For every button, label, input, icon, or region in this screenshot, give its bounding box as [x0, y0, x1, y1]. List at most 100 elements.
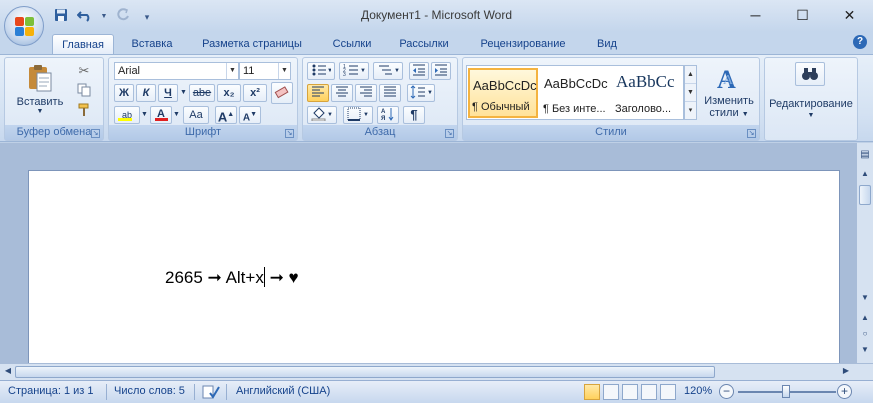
outline-view-icon[interactable]	[641, 384, 657, 400]
draft-view-icon[interactable]	[660, 384, 676, 400]
print-layout-view-icon[interactable]	[584, 384, 600, 400]
zoom-slider-knob[interactable]	[782, 385, 790, 398]
document-text[interactable]: 2665 ➞ Alt+x ➞ ♥	[165, 267, 299, 288]
scroll-up-icon[interactable]: ▲	[858, 169, 872, 178]
zoom-out-icon[interactable]: −	[719, 384, 734, 399]
underline-dropdown-icon[interactable]: ▼	[179, 84, 187, 102]
full-screen-reading-view-icon[interactable]	[603, 384, 619, 400]
align-left-button[interactable]	[307, 84, 329, 102]
change-styles-button[interactable]: A A Изменить стили ▼	[700, 61, 758, 127]
bold-button[interactable]: Ж	[114, 84, 134, 102]
maximize-button[interactable]: ☐	[779, 0, 826, 30]
paragraph-launcher-icon[interactable]: ↘	[445, 129, 454, 138]
strikethrough-button[interactable]: abe	[189, 84, 215, 102]
gallery-more-icon[interactable]: ▾	[685, 102, 696, 120]
highlight-dropdown-icon[interactable]: ▼	[140, 106, 148, 124]
minimize-button[interactable]: ─	[732, 0, 779, 30]
tab-mailings[interactable]: Рассылки	[392, 34, 456, 54]
grow-font-button[interactable]: A▲	[215, 106, 237, 124]
scroll-down-icon[interactable]: ▼	[858, 293, 872, 302]
editing-label[interactable]: Редактирование	[765, 98, 857, 110]
tab-references[interactable]: Ссылки	[324, 34, 380, 54]
shrink-font-button[interactable]: A▼	[239, 106, 261, 124]
line-spacing-button[interactable]: ▼	[407, 84, 435, 102]
language[interactable]: Английский (США)	[236, 385, 330, 397]
ruler-toggle-icon[interactable]: ▤	[858, 149, 872, 160]
help-icon[interactable]: ?	[853, 35, 867, 49]
document-area: 2665 ➞ Alt+x ➞ ♥	[0, 143, 873, 363]
styles-launcher-icon[interactable]: ↘	[747, 129, 756, 138]
copy-button[interactable]	[73, 82, 95, 100]
cut-button[interactable]: ✂	[73, 62, 95, 80]
numbering-button[interactable]: 1 2 3 ▼	[339, 62, 369, 80]
style-heading1[interactable]: AaBbCc Заголово...	[613, 68, 683, 118]
editing-dropdown-icon[interactable]: ▼	[765, 112, 857, 119]
font-size-combo[interactable]: 11 ▼	[239, 62, 291, 80]
tab-review[interactable]: Рецензирование	[470, 34, 576, 54]
paintbrush-icon	[78, 103, 89, 116]
proofing-icon[interactable]	[202, 384, 220, 403]
prev-page-icon[interactable]: ▲	[858, 313, 872, 322]
underline-button[interactable]: Ч	[158, 84, 178, 102]
font-launcher-icon[interactable]: ↘	[285, 129, 294, 138]
scroll-right-icon[interactable]: ▶	[840, 366, 852, 375]
decrease-indent-button[interactable]	[409, 62, 429, 80]
tab-page-layout[interactable]: Разметка страницы	[192, 34, 312, 54]
style-no-spacing[interactable]: AaBbCcDc ¶ Без инте...	[541, 68, 611, 118]
superscript-button[interactable]: x²	[243, 84, 267, 102]
font-color-dropdown-icon[interactable]: ▼	[172, 106, 180, 124]
align-right-icon	[360, 86, 372, 97]
grow-font-label: A	[217, 109, 228, 125]
bullets-button[interactable]: ▼	[307, 62, 335, 80]
paint-bucket-icon: ▼	[311, 107, 333, 122]
gallery-up-icon[interactable]: ▲	[685, 66, 696, 84]
style-normal[interactable]: AaBbCcDc ¶ Обычный	[468, 68, 538, 118]
multilevel-list-button[interactable]: ▼	[373, 62, 403, 80]
close-button[interactable]: ✕	[826, 0, 873, 30]
editing-button[interactable]	[795, 62, 825, 86]
vertical-scrollbar[interactable]: ▤ ▲ ▼ ▲ ○ ▼	[856, 143, 873, 363]
font-color-button[interactable]: A	[150, 106, 172, 124]
word-count[interactable]: Число слов: 5	[114, 385, 185, 397]
horizontal-scroll-thumb[interactable]	[15, 366, 715, 378]
clipboard-launcher-icon[interactable]: ↘	[91, 129, 100, 138]
zoom-level[interactable]: 120%	[684, 385, 712, 397]
font-name-combo[interactable]: Arial ▼	[114, 62, 239, 80]
binoculars-icon	[802, 68, 818, 80]
sort-button[interactable]: AЯ	[377, 106, 399, 124]
increase-indent-button[interactable]	[431, 62, 451, 80]
zoom-in-icon[interactable]: +	[837, 384, 852, 399]
align-right-button[interactable]	[355, 84, 377, 102]
font-name-dropdown-icon[interactable]: ▼	[226, 63, 238, 79]
format-painter-button[interactable]	[73, 102, 95, 120]
align-center-button[interactable]	[331, 84, 353, 102]
office-button[interactable]	[4, 6, 44, 46]
borders-button[interactable]: ▼	[343, 106, 373, 124]
shading-button[interactable]: ▼	[307, 106, 337, 124]
style-no-spacing-sample: AaBbCcDc	[544, 76, 608, 91]
scroll-left-icon[interactable]: ◀	[2, 366, 14, 375]
tab-home[interactable]: Главная	[52, 34, 114, 54]
clear-formatting-button[interactable]	[271, 82, 293, 104]
vertical-scroll-thumb[interactable]	[859, 185, 871, 205]
status-bar: Страница: 1 из 1 Число слов: 5 Английски…	[0, 380, 873, 403]
tab-insert[interactable]: Вставка	[124, 34, 180, 54]
web-layout-view-icon[interactable]	[622, 384, 638, 400]
page-count[interactable]: Страница: 1 из 1	[8, 385, 94, 397]
italic-button[interactable]: К	[136, 84, 156, 102]
font-size-dropdown-icon[interactable]: ▼	[278, 63, 290, 79]
document-page[interactable]: 2665 ➞ Alt+x ➞ ♥	[28, 170, 840, 363]
next-page-icon[interactable]: ▼	[858, 345, 872, 354]
show-formatting-button[interactable]: ¶	[403, 106, 425, 124]
eraser-icon	[274, 86, 289, 99]
highlight-button[interactable]: ab	[114, 106, 140, 124]
change-case-button[interactable]: Aa	[183, 106, 209, 124]
justify-button[interactable]	[379, 84, 401, 102]
horizontal-scrollbar[interactable]: ◀ ▶	[0, 363, 873, 380]
gallery-down-icon[interactable]: ▼	[685, 84, 696, 102]
select-browse-object-icon[interactable]: ○	[858, 329, 872, 338]
subscript-button[interactable]: x₂	[217, 84, 241, 102]
tab-view[interactable]: Вид	[590, 34, 624, 54]
font-group-label: Шрифт	[109, 125, 297, 140]
paste-button[interactable]: Вставить ▼	[11, 60, 69, 118]
